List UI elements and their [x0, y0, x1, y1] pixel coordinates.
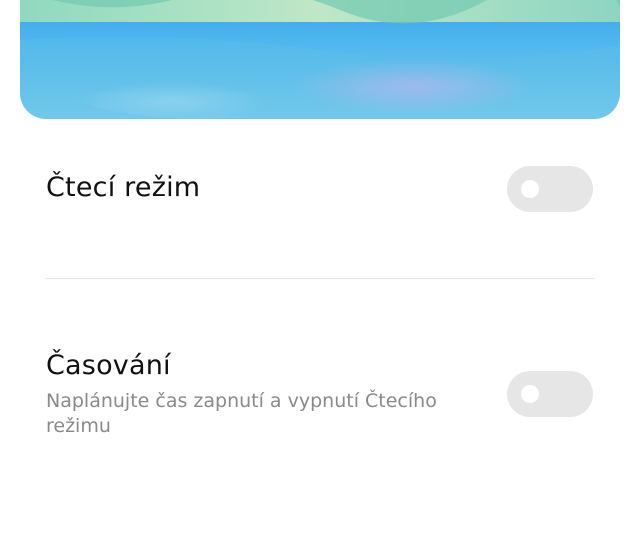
- toggle-knob: [521, 385, 539, 403]
- divider: [46, 278, 594, 279]
- reading-mode-settings-screen: Čtecí režim Časování Naplánujte čas zapn…: [0, 0, 640, 560]
- reading-mode-toggle[interactable]: [507, 166, 593, 212]
- schedule-subtitle: Naplánujte čas zapnutí a vypnutí Čtecího…: [46, 390, 437, 437]
- reading-mode-preview-image: [20, 0, 620, 119]
- preview-artwork: [20, 0, 620, 119]
- schedule-toggle[interactable]: [507, 371, 593, 417]
- schedule-title: Časování: [46, 350, 171, 381]
- toggle-knob: [521, 180, 539, 198]
